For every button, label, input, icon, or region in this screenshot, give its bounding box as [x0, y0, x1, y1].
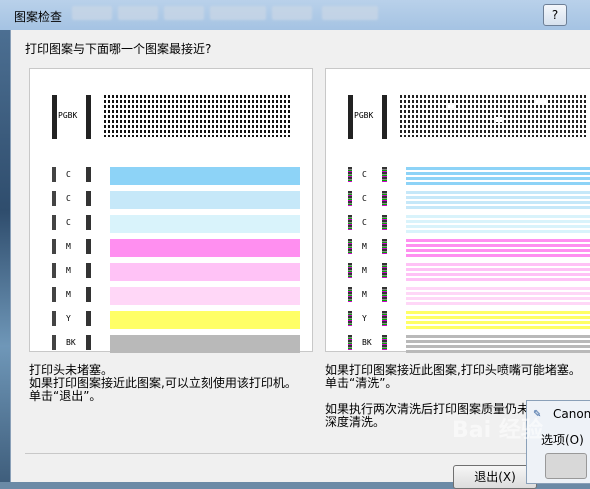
ink-test-strip	[406, 311, 590, 329]
ink-row-label: M	[362, 290, 367, 299]
missing-nozzle-gap	[494, 117, 502, 122]
blurred-tab	[118, 6, 158, 20]
row-marker-right	[382, 263, 387, 278]
row-marker-left	[348, 311, 352, 326]
ink-test-strip	[406, 287, 590, 305]
ink-test-strip	[406, 167, 590, 185]
blurred-tab	[164, 6, 204, 20]
pgbk-label: PGBK	[354, 111, 374, 120]
row-marker-right	[382, 167, 387, 182]
ink-test-strip	[110, 311, 300, 329]
ink-row-label: BK	[362, 338, 372, 347]
options-menu-item[interactable]: 选项(O)	[541, 431, 584, 448]
question-text: 打印图案与下面哪一个图案最接近?	[25, 42, 212, 56]
ink-test-strip	[110, 335, 300, 353]
row-marker-right	[86, 335, 91, 350]
ink-test-strip	[110, 191, 300, 209]
ink-test-strip	[406, 263, 590, 281]
ink-row-label: M	[362, 266, 367, 275]
ink-row-label: M	[362, 242, 367, 251]
desktop-background	[0, 30, 10, 482]
row-marker-left	[52, 263, 56, 278]
ink-row-label: C	[66, 194, 71, 203]
row-marker-right	[382, 191, 387, 206]
ink-row-label: M	[66, 290, 71, 299]
row-marker-left	[52, 191, 56, 206]
ink-test-strip	[406, 335, 590, 353]
row-marker-left	[52, 215, 56, 230]
ink-test-strip	[110, 215, 300, 233]
ink-test-strip	[406, 191, 590, 209]
blurred-tab	[322, 6, 378, 20]
row-marker-right	[86, 167, 91, 182]
row-marker-right	[86, 191, 91, 206]
row-marker-right	[86, 311, 91, 326]
good-pattern-text: 打印头未堵塞。 如果打印图案接近此图案,可以立刻使用该打印机。 单击“退出”。	[29, 364, 297, 403]
pgbk-marker-right	[86, 95, 91, 139]
pgbk-nozzle-grid	[104, 95, 292, 137]
row-marker-right	[382, 239, 387, 254]
row-marker-left	[52, 287, 56, 302]
ink-test-strip	[406, 215, 590, 233]
row-marker-left	[348, 239, 352, 254]
ink-row-label: C	[362, 170, 367, 179]
footer-divider	[25, 453, 545, 454]
row-marker-left	[348, 263, 352, 278]
exit-button[interactable]: 退出(X)	[453, 465, 537, 489]
good-text-line: 单击“退出”。	[29, 389, 102, 403]
pgbk-marker-left	[52, 95, 57, 139]
row-marker-right	[382, 215, 387, 230]
row-marker-right	[382, 287, 387, 302]
row-marker-left	[348, 191, 352, 206]
pgbk-nozzle-grid	[400, 95, 588, 137]
row-marker-left	[52, 311, 56, 326]
row-marker-left	[348, 167, 352, 182]
row-marker-left	[52, 239, 56, 254]
missing-nozzle-gap	[536, 99, 548, 103]
ink-test-strip	[110, 239, 300, 257]
row-marker-left	[52, 167, 56, 182]
ink-row-label: Y	[66, 314, 71, 323]
canon-item[interactable]: Canon	[553, 407, 590, 421]
ink-row-label: Y	[362, 314, 367, 323]
clogged-text-line: 单击“清洗”。	[325, 376, 398, 390]
title-bar: 图案检查 ?	[0, 0, 590, 30]
row-marker-right	[86, 239, 91, 254]
missing-nozzle-gap	[446, 103, 456, 109]
ink-row-label: M	[66, 242, 71, 251]
row-marker-left	[52, 335, 56, 350]
help-button[interactable]: ?	[543, 4, 567, 26]
row-marker-left	[348, 335, 352, 350]
row-marker-left	[348, 287, 352, 302]
ink-row-label: M	[66, 266, 71, 275]
ink-row-label: C	[362, 194, 367, 203]
blurred-tab	[272, 6, 312, 20]
ink-row-label: C	[66, 170, 71, 179]
ink-row-label: C	[66, 218, 71, 227]
ink-test-strip	[406, 239, 590, 257]
ink-test-strip	[110, 167, 300, 185]
pgbk-marker-left	[348, 95, 353, 139]
pattern-clogged-panel[interactable]: PGBK C C C M M M Y BK	[325, 68, 590, 353]
ink-row-label: BK	[66, 338, 76, 347]
blurred-tab	[210, 6, 266, 20]
pattern-good-panel[interactable]: PGBK C C C M M M Y BK	[29, 68, 313, 353]
printer-icon	[545, 453, 587, 479]
pgbk-marker-right	[382, 95, 387, 139]
row-marker-right	[86, 287, 91, 302]
window-title: 图案检查	[14, 10, 63, 24]
row-marker-right	[86, 263, 91, 278]
baidu-watermark: Bai 经验	[452, 418, 543, 443]
ink-row-label: C	[362, 218, 367, 227]
ink-test-strip	[110, 263, 300, 281]
row-marker-right	[382, 335, 387, 350]
row-marker-right	[86, 215, 91, 230]
row-marker-right	[382, 311, 387, 326]
ink-test-strip	[110, 287, 300, 305]
blurred-tab	[72, 6, 112, 20]
row-marker-left	[348, 215, 352, 230]
pgbk-label: PGBK	[58, 111, 78, 120]
